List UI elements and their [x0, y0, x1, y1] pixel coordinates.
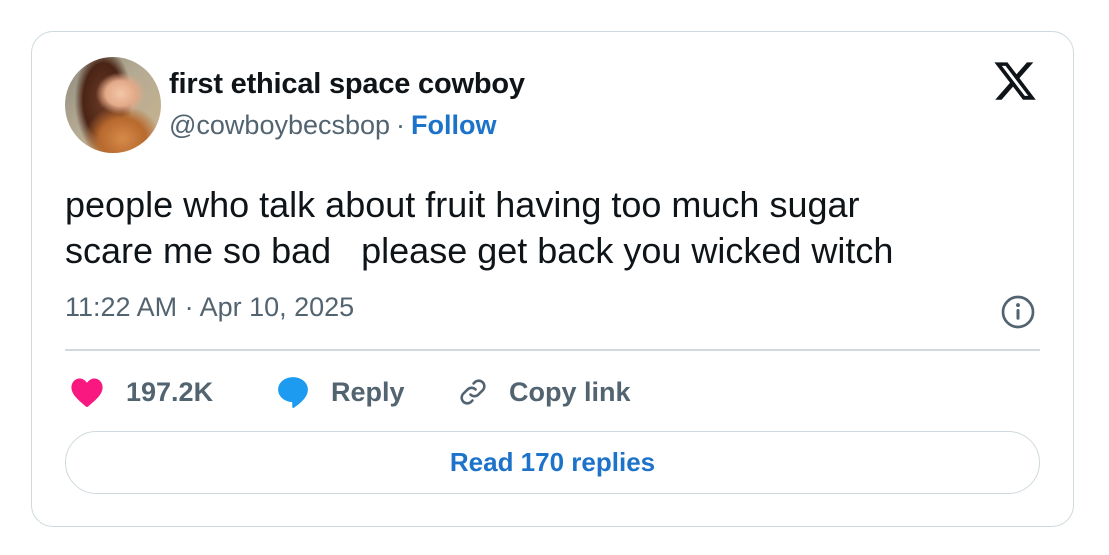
- follow-link[interactable]: Follow: [411, 110, 496, 140]
- read-replies-button[interactable]: Read 170 replies: [65, 431, 1040, 494]
- copy-link-button[interactable]: Copy link: [456, 372, 631, 412]
- like-button[interactable]: 197.2K: [70, 372, 213, 412]
- copy-link-label: Copy link: [509, 376, 631, 407]
- speech-bubble-icon: [278, 377, 308, 409]
- tweet-timestamp[interactable]: 11:22 AM · Apr 10, 2025: [65, 292, 354, 323]
- separator-dot: ·: [396, 110, 406, 140]
- author-handle-line: @cowboybecsbop · Follow: [169, 110, 497, 141]
- link-icon: [460, 379, 486, 405]
- reply-label: Reply: [331, 376, 405, 407]
- avatar[interactable]: [65, 57, 161, 153]
- tweet-text: people who talk about fruit having too m…: [65, 184, 894, 271]
- author-display-name[interactable]: first ethical space cowboy: [169, 68, 525, 101]
- like-count: 197.2K: [126, 376, 214, 407]
- heart-icon: [71, 378, 103, 407]
- divider: [65, 349, 1040, 351]
- author-handle[interactable]: @cowboybecsbop: [169, 110, 390, 140]
- reply-button[interactable]: Reply: [276, 372, 405, 412]
- x-logo-icon[interactable]: [992, 58, 1038, 104]
- tweet-card: first ethical space cowboy @cowboybecsbo…: [31, 31, 1074, 527]
- info-icon[interactable]: [1000, 294, 1036, 330]
